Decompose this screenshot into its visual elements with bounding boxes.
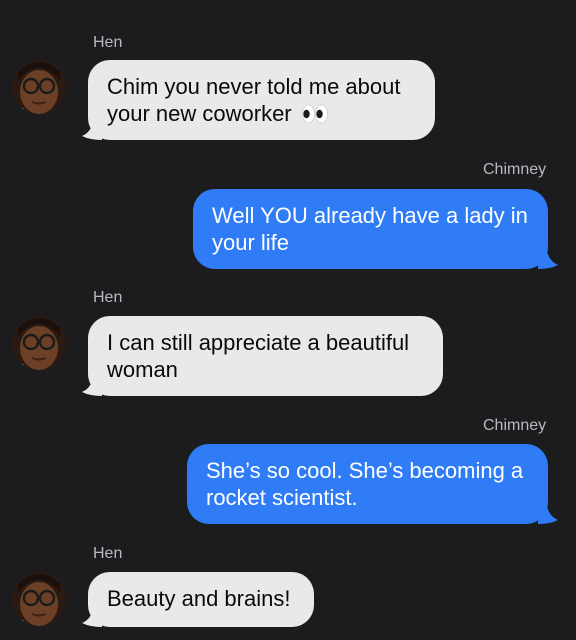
message-text: Chim you never told me about your new co… — [107, 74, 401, 126]
message-text: Beauty and brains! — [107, 586, 291, 611]
avatar-image — [12, 572, 66, 626]
sender-name-chimney: Chimney — [483, 161, 547, 178]
message-thread: Hen Chim you never told me about your ne… — [0, 0, 576, 640]
avatar[interactable] — [12, 572, 66, 626]
avatar[interactable] — [12, 60, 66, 114]
message-bubble-incoming[interactable]: I can still appreciate a beautiful woman — [88, 316, 443, 396]
message-bubble-outgoing[interactable]: She’s so cool. She’s becoming a rocket s… — [187, 444, 548, 524]
avatar-image — [12, 60, 66, 114]
message-text: She’s so cool. She’s becoming a rocket s… — [206, 458, 524, 510]
avatar[interactable] — [12, 316, 66, 370]
sender-name-hen: Hen — [93, 545, 123, 562]
message-bubble-incoming[interactable]: Beauty and brains! — [88, 572, 314, 627]
sender-name-chimney: Chimney — [483, 417, 547, 434]
sender-name-hen: Hen — [93, 289, 123, 306]
message-bubble-outgoing[interactable]: Well YOU already have a lady in your lif… — [193, 189, 548, 269]
message-text: Well YOU already have a lady in your lif… — [212, 203, 528, 255]
avatar-image — [12, 316, 66, 370]
message-bubble-incoming[interactable]: Chim you never told me about your new co… — [88, 60, 435, 140]
sender-name-hen: Hen — [93, 34, 123, 51]
eyes-emoji-icon — [301, 104, 328, 124]
message-text: I can still appreciate a beautiful woman — [107, 330, 410, 382]
